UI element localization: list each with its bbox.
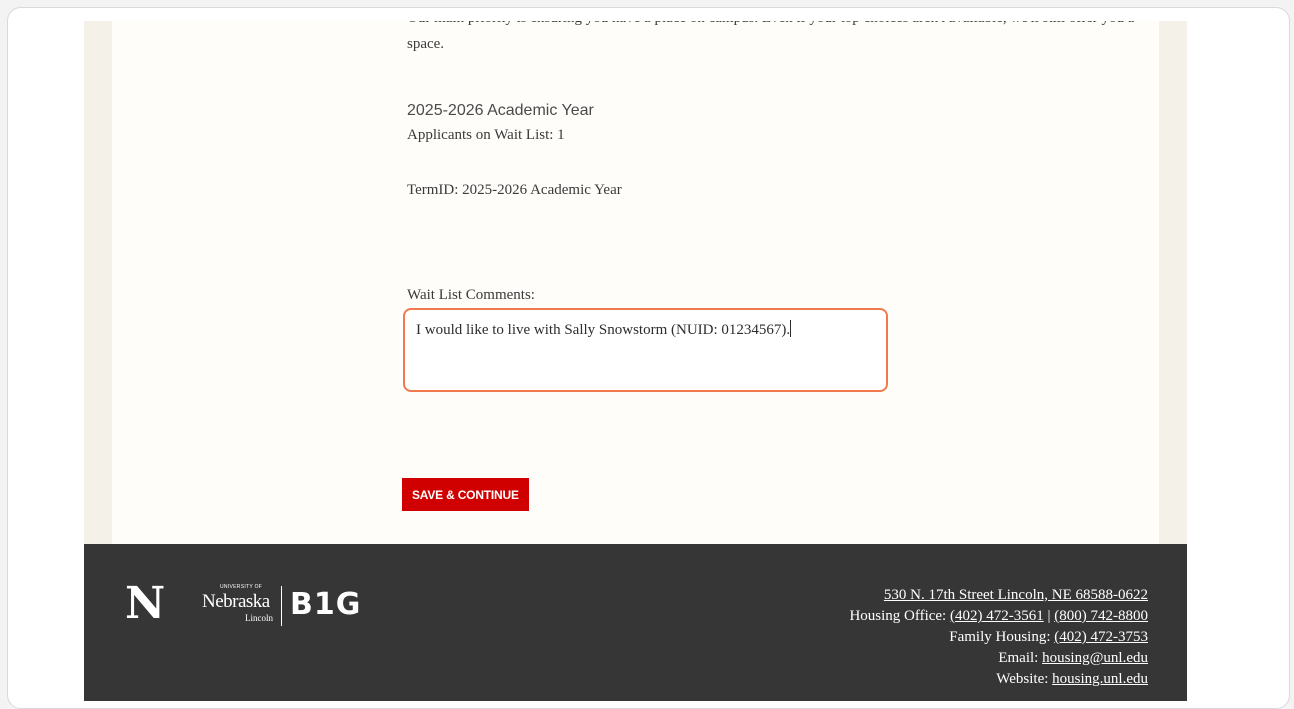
email-link[interactable]: housing@unl.edu — [1042, 650, 1148, 666]
contact-info: 530 N. 17th Street Lincoln, NE 68588-062… — [849, 585, 1148, 690]
wait-list-comments-textarea[interactable]: I would like to live with Sally Snowstor… — [403, 308, 888, 392]
footer: N UNIVERSITY OF Nebraska Lincoln B1G 530… — [84, 544, 1187, 701]
email-label: Email: — [998, 650, 1043, 666]
nebraska-n-logo[interactable]: N — [125, 582, 165, 626]
housing-tollfree-link[interactable]: (800) 742-8800 — [1054, 608, 1148, 624]
save-continue-button[interactable]: SAVE & CONTINUE — [402, 478, 529, 511]
wordmark-nebraska: Nebraska — [202, 591, 270, 612]
phone-separator: | — [1043, 608, 1055, 624]
university-of-nebraska-lincoln-wordmark[interactable]: UNIVERSITY OF Nebraska Lincoln — [202, 584, 276, 626]
website-label: Website: — [996, 671, 1053, 687]
website-link[interactable]: housing.unl.edu — [1052, 671, 1148, 687]
family-housing-phone-link[interactable]: (402) 472-3753 — [1054, 629, 1148, 645]
housing-office-label: Housing Office: — [849, 608, 950, 624]
text-cursor — [790, 320, 792, 337]
logo-divider — [281, 586, 282, 626]
wordmark-lincoln: Lincoln — [245, 613, 273, 623]
wait-list-count: Applicants on Wait List: 1 — [407, 127, 565, 143]
browser-viewport: Our main priority is ensuring you have a… — [7, 7, 1290, 709]
term-id: TermID: 2025-2026 Academic Year — [407, 182, 622, 198]
wordmark-university-of: UNIVERSITY OF — [220, 584, 263, 590]
family-housing-label: Family Housing: — [949, 629, 1055, 645]
wait-list-comments-label: Wait List Comments: — [407, 287, 535, 303]
academic-year-heading: 2025-2026 Academic Year — [407, 102, 594, 119]
big-ten-logo[interactable]: B1G — [290, 588, 361, 622]
address-link[interactable]: 530 N. 17th Street Lincoln, NE 68588-062… — [884, 587, 1148, 603]
intro-text: Our main priority is ensuring you have a… — [407, 21, 1134, 52]
page: Our main priority is ensuring you have a… — [84, 21, 1187, 701]
main-content: Our main priority is ensuring you have a… — [112, 21, 1159, 544]
comments-value: I would like to live with Sally Snowstor… — [416, 322, 791, 338]
housing-phone-link[interactable]: (402) 472-3561 — [950, 608, 1044, 624]
